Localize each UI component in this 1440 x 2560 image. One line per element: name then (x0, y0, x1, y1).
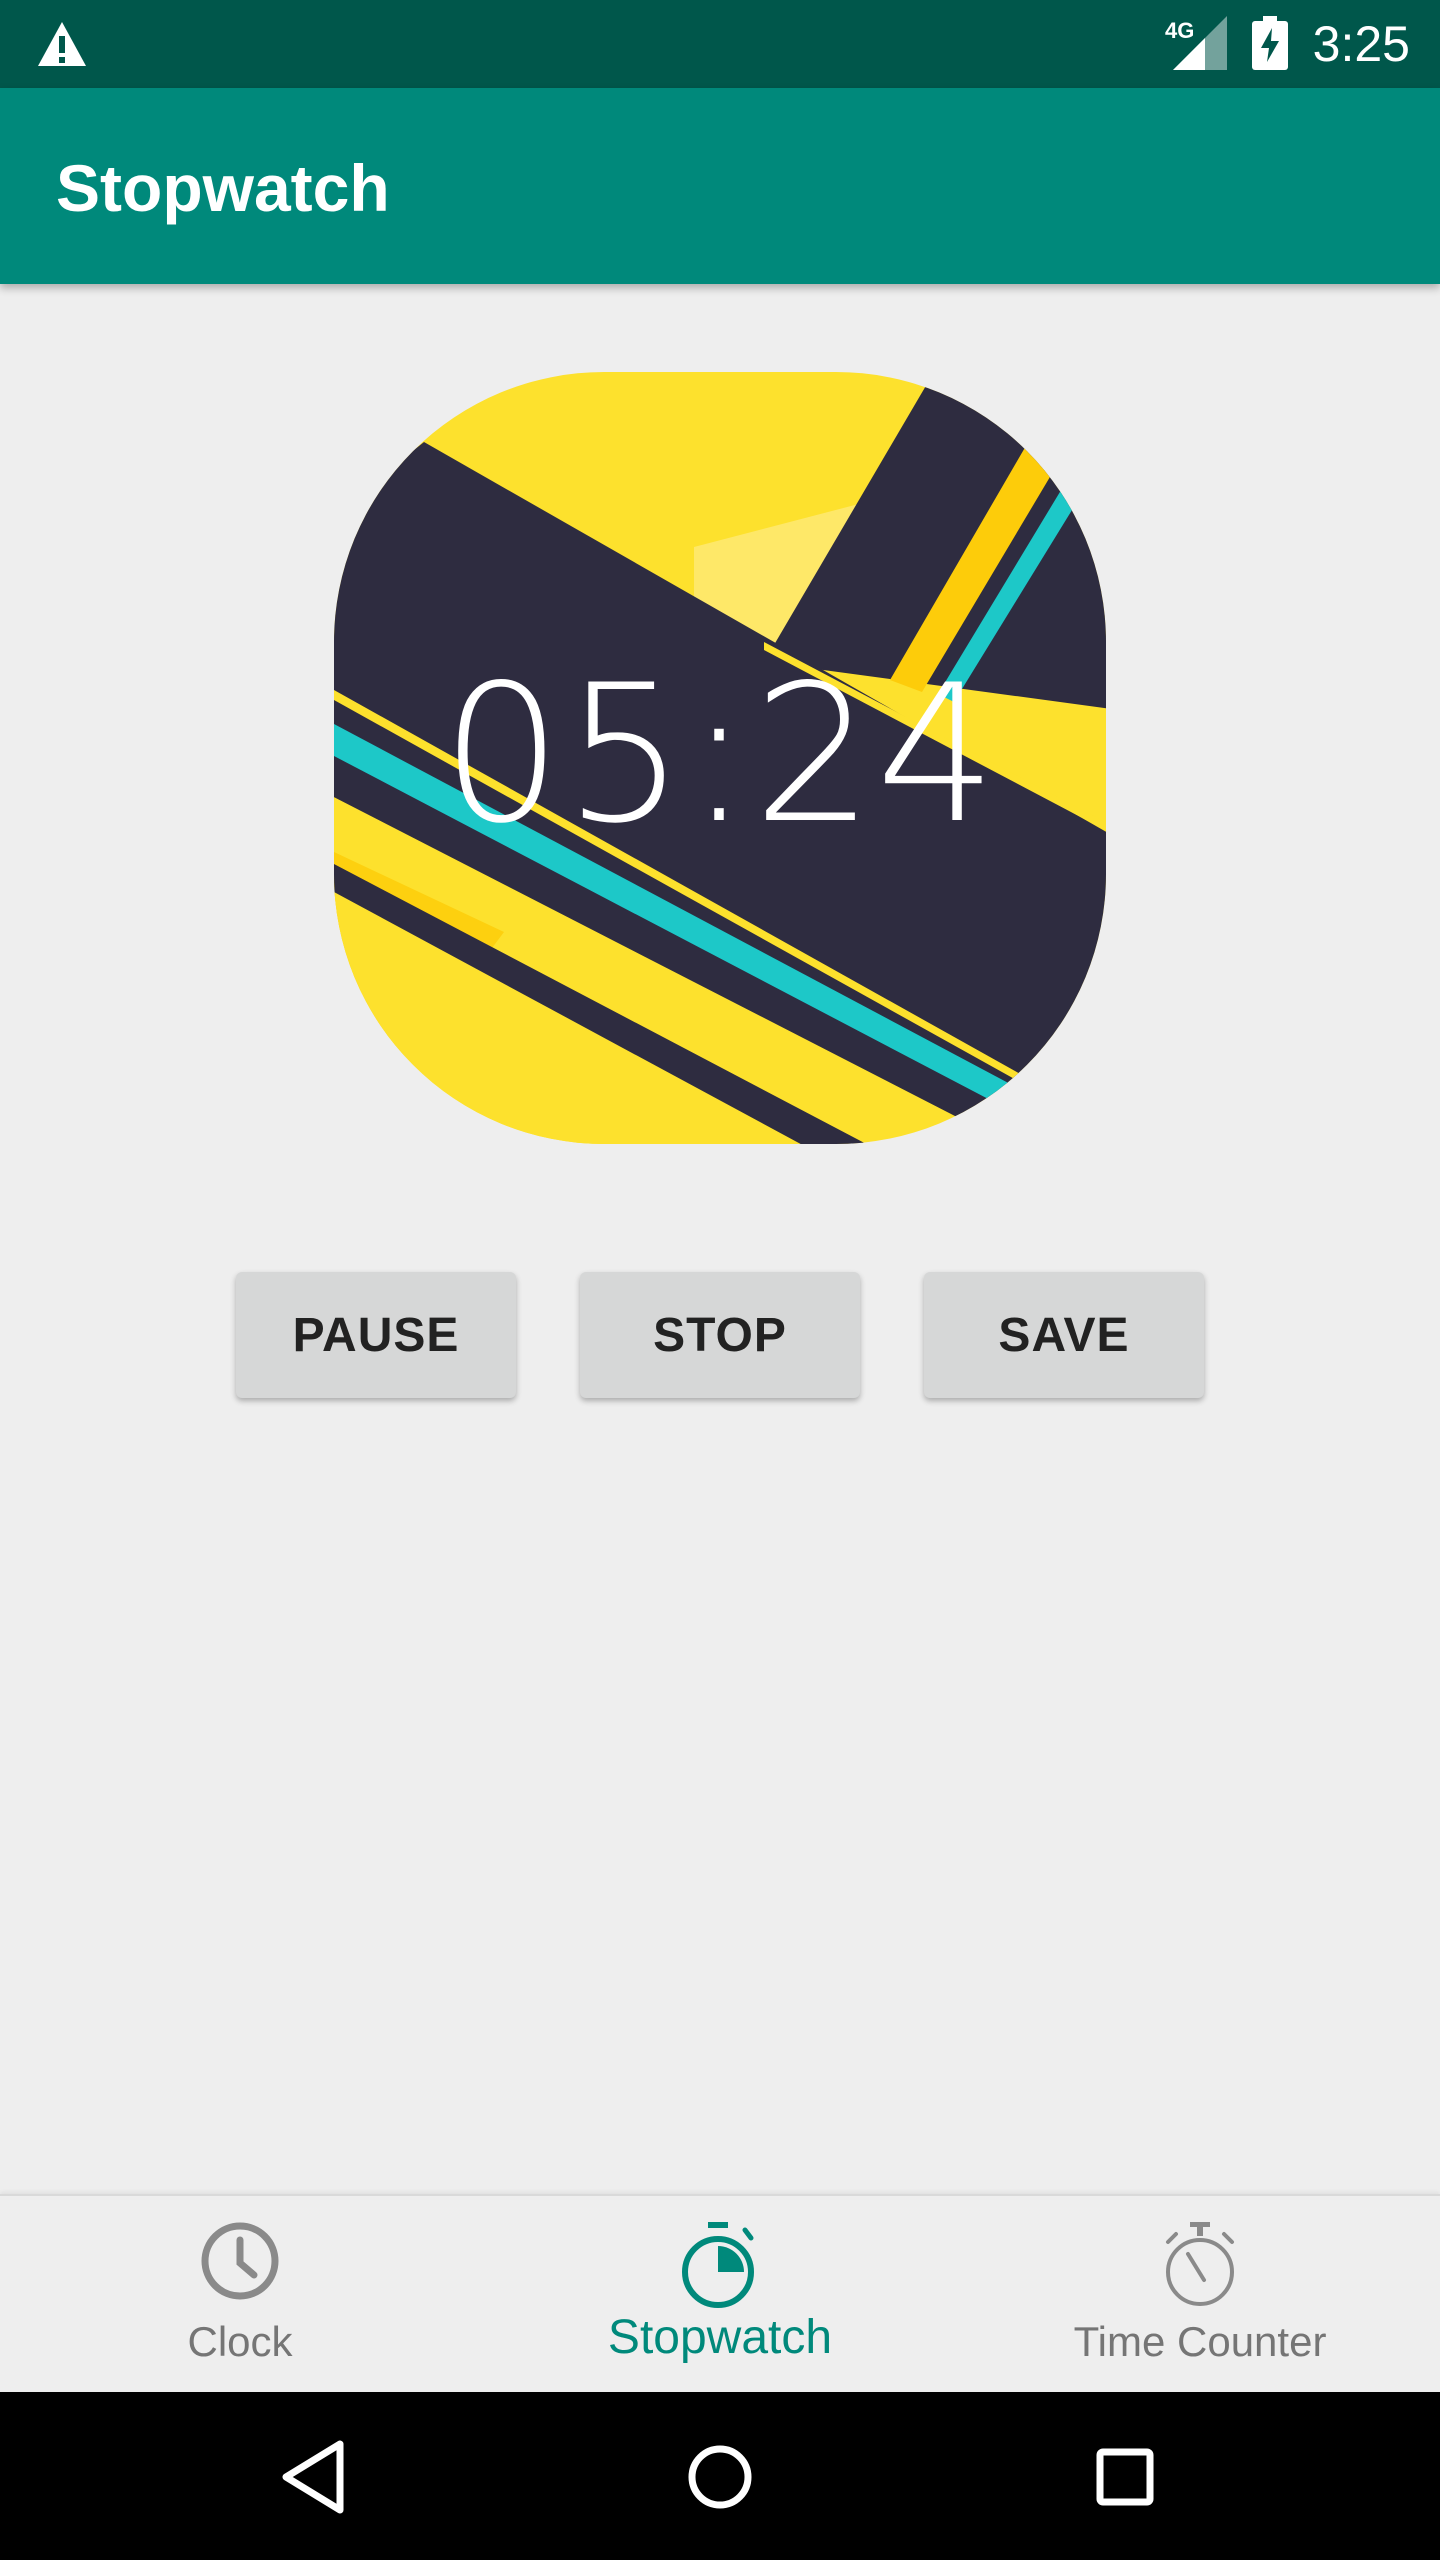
pause-button[interactable]: PAUSE (236, 1272, 516, 1398)
status-time: 3:25 (1312, 16, 1410, 72)
clock-icon (201, 2222, 279, 2300)
nav-label-clock: Clock (187, 2318, 293, 2365)
bottom-navigation: Clock Stopwatch Time Counter (0, 2194, 1440, 2394)
back-icon[interactable] (270, 2432, 360, 2522)
home-icon[interactable] (675, 2432, 765, 2522)
timer-display: 05:24 (441, 644, 999, 865)
nav-item-clock[interactable]: Clock (0, 2196, 480, 2394)
warning-icon (38, 22, 86, 66)
system-navigation-bar (0, 2392, 1440, 2560)
stopwatch-icon (682, 2222, 754, 2308)
stop-button[interactable]: STOP (580, 1272, 860, 1398)
battery-charging-icon (1252, 16, 1288, 70)
timer-icon (1166, 2222, 1234, 2306)
signal-icon (1173, 16, 1227, 70)
nav-label-stopwatch: Stopwatch (607, 2311, 833, 2364)
page-title: Stopwatch (56, 151, 390, 225)
nav-label-time-counter: Time Counter (1073, 2318, 1327, 2365)
nav-item-stopwatch[interactable]: Stopwatch (480, 2196, 960, 2394)
save-button[interactable]: SAVE (924, 1272, 1204, 1398)
nav-item-time-counter[interactable]: Time Counter (960, 2196, 1440, 2394)
status-bar: 4G 3:25 (0, 0, 1440, 88)
recents-icon[interactable] (1080, 2432, 1170, 2522)
app-bar: Stopwatch (0, 88, 1440, 284)
